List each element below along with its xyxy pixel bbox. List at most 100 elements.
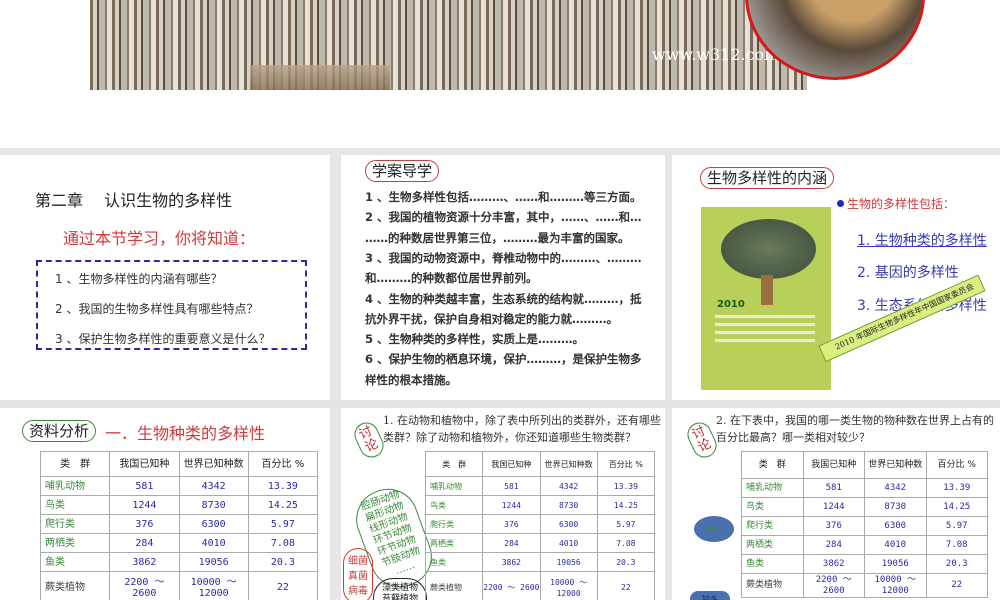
slide-thumbnail-1[interactable]: 第二章 认识生物的多样性 通过本节学习，你将知道： 1 、生物多样性的内涵有哪些… [0,155,330,400]
table-row: 哺乳动物 581 4342 13.39 [39,476,319,496]
value-cell: 284 [109,533,180,553]
value-cell: 20.3 [596,552,656,572]
value-cell: 376 [802,516,865,536]
value-cell: 6300 [539,514,598,534]
tree-canopy [721,219,816,279]
group-name-cell: 哺乳动物 [39,476,111,496]
value-cell: 2200 ～ 2600 [802,573,865,598]
group-name-cell: 爬行类 [39,514,111,534]
group-name-cell: 两栖类 [39,533,111,553]
value-cell: 4342 [539,476,598,496]
table-row: 鸟类 1244 8730 14.25 [741,497,988,517]
group-name-cell: 蕨类植物 [39,571,111,600]
group-name-cell: 鸟类 [39,495,111,515]
discussion-stamp: 讨论 [350,418,388,462]
arrow-text: 2010 年国际生物多样性年中国国家委员会 [833,281,976,352]
group-name-cell: 蕨类植物 [424,571,484,600]
forest-path [250,65,390,90]
slide-thumbnail-4[interactable]: 资料分析 一．生物种类的多样性 类 群我国已知种 世界已知种数 百分比 % 哺乳动物 5… [0,408,330,600]
study-guide-line: 样性的根本措施。 [365,372,457,387]
value-cell: 3862 [482,552,541,572]
objective-item: 1 、生物多样性的内涵有哪些？ [55,272,223,286]
group-name-cell: 鱼类 [39,552,111,572]
species-table: 类 群我国已知种 世界已知种数 百分比 % 哺乳动物 581 4342 13.39 鸟类 124… [424,451,656,600]
callout-text: 较多 [702,595,718,600]
table-header-row: 类 群我国已知种 世界已知种数 百分比 % [741,451,988,479]
value-cell: 5.97 [925,516,988,536]
value-cell: 4010 [178,533,249,553]
study-guide-line: 3 、我国的动物资源中，脊椎动物中的………、……… [365,250,642,265]
species-table: 类 群我国已知种 世界已知种数 百分比 % 哺乳动物 581 4342 13.39 鸟类 124… [741,451,988,598]
value-cell: 22 [596,571,656,600]
value-cell: 2200 ～ 2600 [482,571,541,600]
value-cell: 1244 [482,495,541,515]
slide-thumbnail-6[interactable]: 2. 在下表中，我国的哪一类生物的物种数在世界上占有的 百分比最高？哪一类相对较… [672,408,1000,600]
column-header: 百分比 % [247,451,319,477]
table-row: 鱼类 3862 19056 20.3 [39,552,319,572]
value-cell: 7.08 [596,533,656,553]
poster-year: 2010 [717,299,745,310]
value-cell: 22 [925,573,988,598]
question-line: 类群？除了动物和植物外，你还知道哪些生物类群？ [383,431,636,444]
callout-less: 较少 [694,516,734,542]
value-cell: 13.39 [925,478,988,498]
table-row: 鱼类 3862 19056 20.3 [741,554,988,574]
value-cell: 6300 [178,514,249,534]
section-header: 生物多样性的内涵 [700,167,835,189]
callout-arrow: 2010 年国际生物多样性年中国国家委员会 [818,274,986,363]
slide-thumbnail-0[interactable]: www.w312.com [0,0,1000,148]
group-name-cell: 蕨类植物 [741,573,804,598]
group-name-cell: 两栖类 [424,533,484,553]
diversity-link-species[interactable]: 1. 生物种类的多样性 [857,230,987,250]
biodiversity-poster: 2010 [701,207,831,390]
column-header: 世界已知种数 [539,451,598,477]
value-cell: 581 [109,476,180,496]
value-cell: 3862 [802,554,865,574]
table-row: 蕨类植物 2200 ～ 2600 10000 ～ 12000 22 [424,571,656,600]
study-guide-line: 抗外界干扰，保护自身相对稳定的能力就………。 [365,311,618,326]
value-cell: 14.25 [247,495,319,515]
group-name-cell: 哺乳动物 [424,476,484,496]
group-name-cell: 鸟类 [741,497,804,517]
value-cell: 4010 [864,535,927,555]
column-header: 我国已知种 [109,451,180,477]
value-cell: 7.08 [925,535,988,555]
group-name-cell: 鱼类 [424,552,484,572]
value-cell: 4342 [178,476,249,496]
table-row: 爬行类 376 6300 5.97 [424,514,656,534]
table-row: 哺乳动物 581 4342 13.39 [741,478,988,498]
column-header: 百分比 % [596,451,656,477]
value-cell: 13.39 [247,476,319,496]
slide-thumbnail-2[interactable]: 学案导学 1 、生物多样性包括………、……和………等三方面。 2 、我国的植物资源… [341,155,665,400]
value-cell: 22 [247,571,319,600]
table-row: 爬行类 376 6300 5.97 [39,514,319,534]
objective-item: 3 、保护生物多样性的重要意义是什么？ [55,332,271,346]
chapter-title: 第二章 认识生物的多样性 [35,191,233,210]
group-name-cell: 鸟类 [424,495,484,515]
study-guide-line: 4 、生物的种类越丰富，生态系统的结构就………，抵 [365,291,642,306]
plant-groups-oval: 藻类植物 苔藓植物 [373,578,427,600]
column-header: 我国已知种 [482,451,541,477]
tree-trunk [761,275,773,305]
value-cell: 1244 [109,495,180,515]
group-name-cell: 爬行类 [424,514,484,534]
column-header: 百分比 % [925,451,988,479]
group-name-cell: 哺乳动物 [741,478,804,498]
discussion-stamp: 讨论 [683,418,721,462]
slide-thumbnail-3[interactable]: 生物多样性的内涵 2010 生物的多样性包括： 1. 生物种类的多样性 2. 基… [672,155,1000,400]
value-cell: 10000 ～ 12000 [178,571,249,600]
column-header: 类 群 [741,451,804,479]
value-cell: 14.25 [925,497,988,517]
value-cell: 10000 ～ 12000 [539,571,598,600]
group-item: 藻类植物 [381,583,418,593]
table-header-row: 类 群我国已知种 世界已知种数 百分比 % [424,451,656,477]
callout-more: 较多 [690,591,730,600]
value-cell: 19056 [864,554,927,574]
column-header: 类 群 [424,451,484,477]
table-row: 两栖类 284 4010 7.08 [424,533,656,553]
value-cell: 14.25 [596,495,656,515]
study-guide-line: ……的种数居世界第三位，………最为丰富的国家。 [365,230,630,245]
value-cell: 376 [109,514,180,534]
slide-thumbnail-5[interactable]: 1. 在动物和植物中，除了表中所列出的类群外，还有哪些 类群？除了动物和植物外，… [341,408,665,600]
study-guide-line: 5 、生物种类的多样性，实质上是………。 [365,332,585,347]
